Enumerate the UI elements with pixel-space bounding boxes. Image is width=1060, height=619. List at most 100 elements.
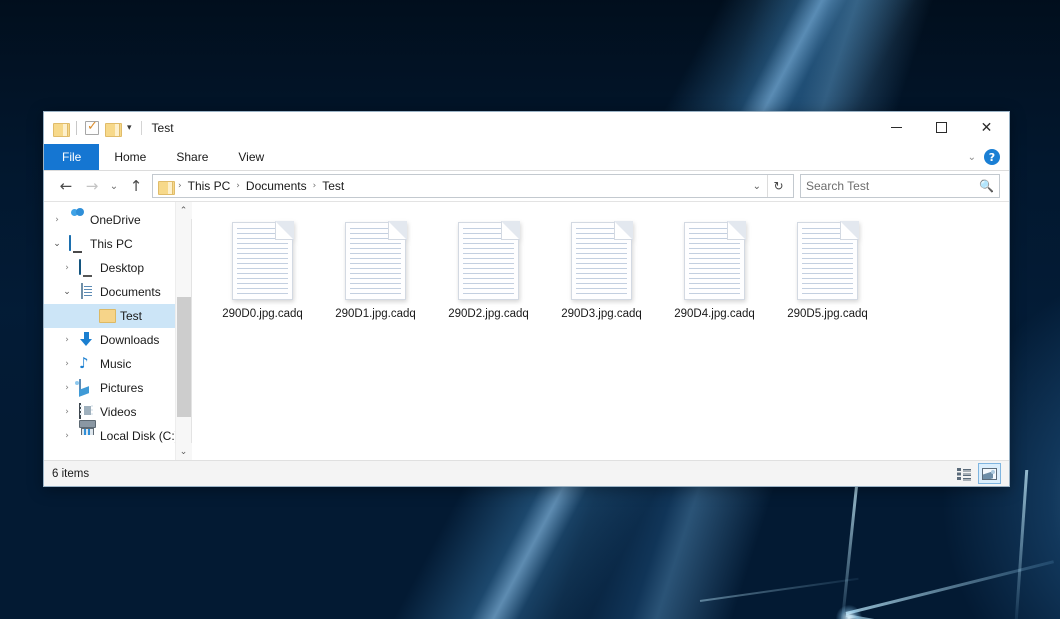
search-icon[interactable]: 🔍 xyxy=(979,179,994,193)
folder-icon[interactable] xyxy=(53,122,68,135)
help-icon[interactable]: ? xyxy=(984,149,1000,165)
chevron-right-icon[interactable]: › xyxy=(60,263,74,273)
close-button[interactable]: ✕ xyxy=(964,112,1009,143)
folder-icon xyxy=(99,308,115,324)
file-name-label: 290D4.jpg.cadq xyxy=(674,307,755,321)
chevron-right-icon[interactable]: › xyxy=(60,359,74,369)
sidebar-item-label: Documents xyxy=(100,285,161,299)
generic-document-icon xyxy=(232,222,293,300)
sidebar-item-label: OneDrive xyxy=(90,213,141,227)
forward-button[interactable]: → xyxy=(79,174,105,198)
file-explorer-window: ▾ Test ✕ File Home Share View ⌄ ? ← → ⌄ xyxy=(43,111,1010,487)
chevron-right-icon[interactable]: › xyxy=(60,383,74,393)
file-item[interactable]: 290D4.jpg.cadq xyxy=(658,216,771,332)
search-input[interactable] xyxy=(806,179,979,193)
generic-document-icon xyxy=(684,222,745,300)
recent-locations-button[interactable]: ⌄ xyxy=(105,174,123,198)
search-box[interactable]: 🔍 xyxy=(800,174,1000,198)
scrollbar-thumb[interactable] xyxy=(177,297,191,417)
details-view-button[interactable] xyxy=(952,463,975,484)
window-title: Test xyxy=(141,121,174,135)
chevron-right-icon[interactable]: › xyxy=(60,431,74,441)
large-icons-view-icon xyxy=(982,468,997,480)
window-controls: ✕ xyxy=(874,112,1009,144)
cloud-icon xyxy=(69,212,85,228)
refresh-icon[interactable]: ↻ xyxy=(767,175,789,197)
scroll-up-arrow-icon[interactable]: ⌃ xyxy=(176,202,192,219)
breadcrumb-chevron-down-icon[interactable]: ⌄ xyxy=(747,181,767,192)
properties-checkbox-icon[interactable] xyxy=(85,121,99,135)
ribbon-right-controls: ⌄ ? xyxy=(968,144,1009,170)
file-item[interactable]: 290D0.jpg.cadq xyxy=(206,216,319,332)
scroll-down-arrow-icon[interactable]: ⌄ xyxy=(176,443,192,460)
maximize-button[interactable] xyxy=(919,112,964,143)
file-item[interactable]: 290D5.jpg.cadq xyxy=(771,216,884,332)
file-item[interactable]: 290D3.jpg.cadq xyxy=(545,216,658,332)
desktop-background: ▾ Test ✕ File Home Share View ⌄ ? ← → ⌄ xyxy=(0,0,1060,619)
maximize-icon xyxy=(936,122,947,133)
documents-icon xyxy=(79,284,95,300)
sidebar-item-videos[interactable]: › Videos xyxy=(44,400,191,424)
sidebar-item-this-pc[interactable]: ⌄ This PC xyxy=(44,232,191,256)
expand-ribbon-chevron-down-icon[interactable]: ⌄ xyxy=(968,152,976,163)
back-button[interactable]: ← xyxy=(53,174,79,198)
desktop-icon xyxy=(79,260,95,276)
sidebar-item-documents[interactable]: ⌄ Documents xyxy=(44,280,191,304)
ribbon-tab-strip: File Home Share View ⌄ ? xyxy=(44,144,1009,171)
chevron-down-icon[interactable]: ⌄ xyxy=(60,287,74,297)
item-count-label: 6 items xyxy=(52,468,89,480)
chevron-down-icon[interactable]: ▾ xyxy=(127,124,132,133)
file-item[interactable]: 290D2.jpg.cadq xyxy=(432,216,545,332)
chevron-right-icon[interactable]: › xyxy=(60,335,74,345)
sidebar-item-music[interactable]: › ♪ Music xyxy=(44,352,191,376)
chevron-right-icon[interactable]: › xyxy=(50,215,64,225)
sidebar-item-local-disk[interactable]: › Local Disk (C:) xyxy=(44,424,191,448)
breadcrumb-item-documents[interactable]: Documents xyxy=(242,177,311,195)
breadcrumb-item-test[interactable]: Test xyxy=(318,177,348,195)
chevron-down-icon[interactable]: ⌄ xyxy=(50,239,64,249)
sidebar-item-label: This PC xyxy=(90,237,133,251)
sidebar-item-label: Videos xyxy=(100,405,136,419)
sidebar-scrollbar[interactable]: ⌃ ⌄ xyxy=(175,202,191,460)
file-list-pane[interactable]: 290D0.jpg.cadq 290D1.jpg.cadq 290D2.jpg.… xyxy=(192,202,1009,460)
computer-icon xyxy=(69,236,85,252)
sidebar-item-pictures[interactable]: › Pictures xyxy=(44,376,191,400)
new-folder-icon[interactable] xyxy=(105,122,120,135)
generic-document-icon xyxy=(571,222,632,300)
music-icon: ♪ xyxy=(79,356,95,372)
sidebar-item-desktop[interactable]: › Desktop xyxy=(44,256,191,280)
large-icons-view-button[interactable] xyxy=(978,463,1001,484)
file-name-label: 290D1.jpg.cadq xyxy=(335,307,416,321)
file-name-label: 290D3.jpg.cadq xyxy=(561,307,642,321)
sidebar-item-downloads[interactable]: › Downloads xyxy=(44,328,191,352)
window-body: › OneDrive ⌄ This PC › Desktop xyxy=(44,201,1009,460)
sidebar-item-onedrive[interactable]: › OneDrive xyxy=(44,208,191,232)
breadcrumb-end-controls: ⌄ ↻ xyxy=(747,175,789,197)
sidebar-item-label: Music xyxy=(100,357,131,371)
sidebar-item-label: Desktop xyxy=(100,261,144,275)
file-name-label: 290D2.jpg.cadq xyxy=(448,307,529,321)
tab-share[interactable]: Share xyxy=(161,144,223,170)
breadcrumb-separator: › xyxy=(234,181,242,191)
scrollbar-track[interactable] xyxy=(176,219,192,443)
breadcrumb-separator: › xyxy=(311,181,319,191)
disk-icon xyxy=(79,428,95,444)
tab-file[interactable]: File xyxy=(44,144,99,170)
sidebar-item-test[interactable]: Test xyxy=(44,304,191,328)
downloads-icon xyxy=(79,332,95,348)
sidebar-item-label: Local Disk (C:) xyxy=(100,429,179,443)
breadcrumb-item-this-pc[interactable]: This PC xyxy=(184,177,235,195)
up-button[interactable]: ↑ xyxy=(123,174,149,198)
navigation-pane: › OneDrive ⌄ This PC › Desktop xyxy=(44,202,192,460)
toolbar-divider xyxy=(76,121,77,135)
tab-home[interactable]: Home xyxy=(99,144,161,170)
breadcrumb-folder-icon xyxy=(158,180,173,193)
pictures-icon xyxy=(79,380,95,396)
file-item[interactable]: 290D1.jpg.cadq xyxy=(319,216,432,332)
chevron-right-icon[interactable]: › xyxy=(60,407,74,417)
tab-view[interactable]: View xyxy=(223,144,279,170)
quick-access-toolbar: ▾ xyxy=(44,121,132,135)
minimize-button[interactable] xyxy=(874,112,919,143)
details-view-icon xyxy=(957,468,971,480)
breadcrumb[interactable]: › This PC › Documents › Test ⌄ ↻ xyxy=(152,174,794,198)
